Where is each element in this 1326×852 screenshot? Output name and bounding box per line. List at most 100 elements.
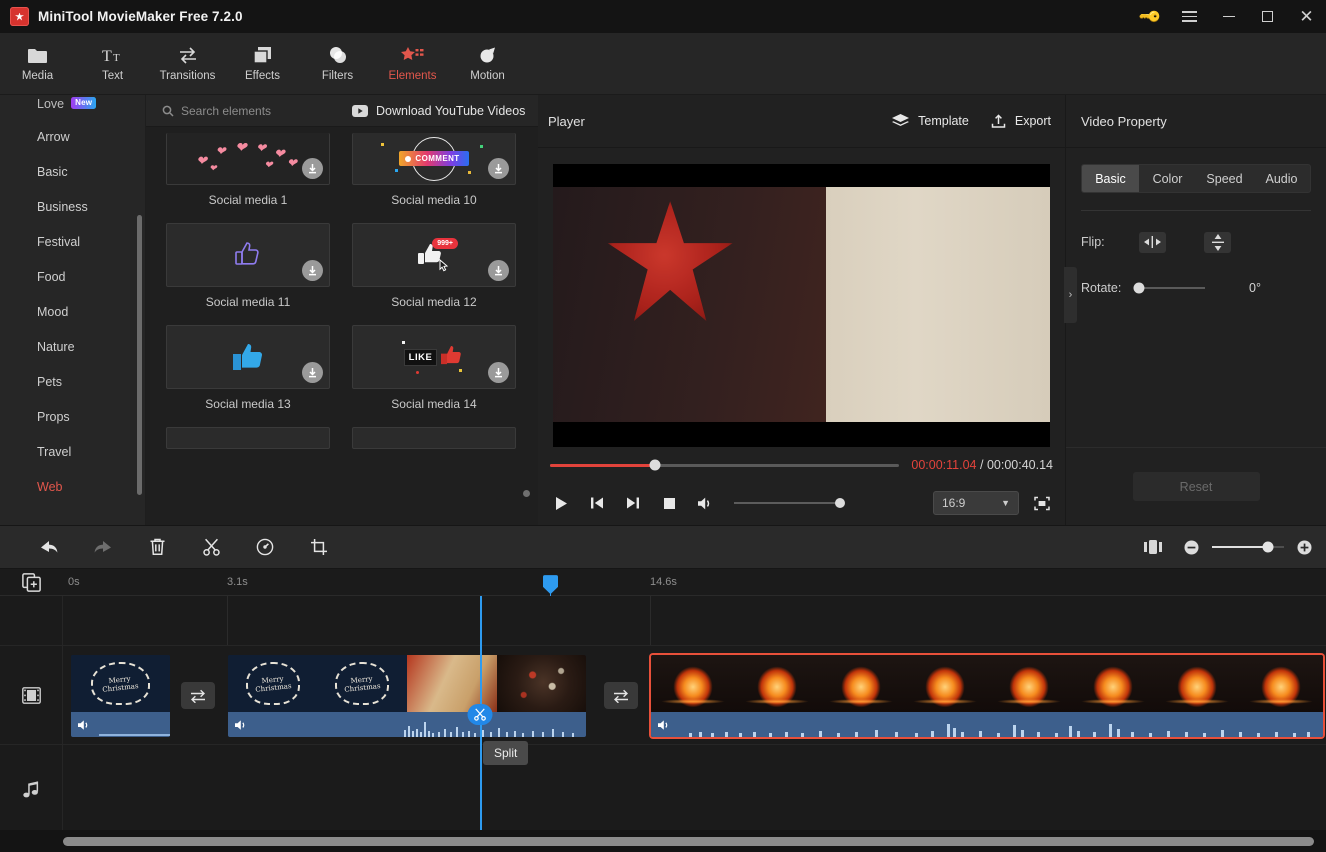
hamburger-menu-icon[interactable] (1170, 0, 1209, 33)
ruler-ticks[interactable]: 0s 3.1s 14.6s (63, 569, 1326, 595)
redo-icon (76, 525, 130, 569)
download-youtube-button[interactable]: Download YouTube Videos (352, 104, 525, 118)
rotate-slider[interactable] (1133, 282, 1205, 294)
split-icon[interactable] (184, 525, 238, 569)
download-icon[interactable] (302, 362, 323, 383)
element-card[interactable] (352, 427, 516, 449)
transition-1[interactable] (181, 682, 215, 710)
tab-audio[interactable]: Audio (1253, 165, 1310, 192)
element-card[interactable]: LIKE Social media 14 (352, 325, 516, 423)
volume-handle[interactable] (835, 498, 845, 508)
previous-frame-icon[interactable] (586, 492, 608, 514)
sidebar-item-festival[interactable]: Festival (0, 224, 145, 259)
zoom-handle[interactable] (1262, 541, 1274, 553)
sidebar-item-mood[interactable]: Mood (0, 294, 145, 329)
element-card[interactable]: 999+ Social media 12 (352, 223, 516, 321)
clip-fireplace[interactable] (651, 655, 1323, 738)
fullscreen-icon[interactable] (1031, 492, 1053, 514)
sidebar-item-business[interactable]: Business (0, 189, 145, 224)
seek-slider[interactable] (550, 459, 900, 471)
element-card[interactable] (166, 427, 330, 449)
sidebar-item-pets[interactable]: Pets (0, 364, 145, 399)
category-label: Props (37, 409, 70, 424)
element-card[interactable]: Social media 13 (166, 325, 330, 423)
download-icon[interactable] (302, 260, 323, 281)
key-icon[interactable]: 🔑 (1131, 0, 1170, 33)
search-placeholder: Search elements (181, 103, 272, 118)
text-track-body[interactable] (63, 596, 1326, 646)
video-track-header (0, 646, 63, 745)
download-icon[interactable] (488, 362, 509, 383)
sidebar-item-travel[interactable]: Travel (0, 434, 145, 469)
volume-icon[interactable] (657, 719, 671, 731)
sidebar-item-love[interactable]: Love New (0, 97, 145, 119)
toolbar-item-effects[interactable]: Effects (225, 33, 300, 95)
panel-collapse-toggle[interactable]: › (1064, 267, 1077, 323)
tab-speed[interactable]: Speed (1196, 165, 1253, 192)
volume-slider[interactable] (734, 498, 845, 508)
aspect-ratio-select[interactable]: 16:9 ▼ (933, 491, 1019, 515)
toolbar-label: Elements (388, 70, 437, 82)
video-preview[interactable] (553, 164, 1050, 447)
sidebar-item-web[interactable]: Web (0, 469, 145, 504)
volume-icon[interactable] (694, 492, 716, 514)
zoom-in-button[interactable] (1297, 540, 1312, 555)
sidebar-item-nature[interactable]: Nature (0, 329, 145, 364)
clip-christmas-1[interactable]: Merry Christmas (71, 655, 170, 738)
tab-basic[interactable]: Basic (1082, 165, 1139, 192)
maximize-icon[interactable] (1248, 0, 1287, 33)
next-frame-icon[interactable] (622, 492, 644, 514)
audio-track-body[interactable] (63, 745, 1326, 830)
rotate-handle[interactable] (1133, 282, 1145, 294)
volume-icon[interactable] (234, 719, 248, 731)
element-card[interactable]: Social media 11 (166, 223, 330, 321)
crop-icon[interactable] (292, 525, 346, 569)
zoom-slider[interactable] (1212, 541, 1284, 553)
clip-frames: Merry Christmas Merry Christmas (228, 655, 586, 713)
split-view-icon[interactable] (1144, 540, 1162, 555)
sidebar-item-arrow[interactable]: Arrow (0, 119, 145, 154)
reset-button[interactable]: Reset (1132, 472, 1260, 502)
element-card[interactable]: COMMENT Social media 10 (352, 133, 516, 219)
search-input[interactable]: Search elements (146, 104, 346, 118)
clip-christmas-2[interactable]: Merry Christmas Merry Christmas (228, 655, 586, 738)
toolbar-item-elements[interactable]: Elements (375, 33, 450, 95)
add-media-icon[interactable] (0, 569, 63, 595)
toolbar-item-filters[interactable]: Filters (300, 33, 375, 95)
category-label: Web (37, 479, 63, 494)
flip-vertical-button[interactable] (1204, 231, 1231, 253)
download-icon[interactable] (488, 158, 509, 179)
tab-color[interactable]: Color (1139, 165, 1196, 192)
undo-icon[interactable] (22, 525, 76, 569)
video-frame (553, 187, 1050, 422)
download-icon[interactable] (302, 158, 323, 179)
delete-icon[interactable] (130, 525, 184, 569)
volume-icon[interactable] (77, 719, 91, 731)
minimize-icon[interactable] (1209, 0, 1248, 33)
sidebar-item-food[interactable]: Food (0, 259, 145, 294)
flip-horizontal-button[interactable] (1139, 231, 1166, 253)
play-icon[interactable] (550, 492, 572, 514)
toolbar-item-transitions[interactable]: Transitions (150, 33, 225, 95)
export-button[interactable]: Export (991, 113, 1051, 129)
toolbar-label: Filters (321, 70, 354, 82)
sidebar-item-basic[interactable]: Basic (0, 154, 145, 189)
transition-2[interactable] (604, 682, 638, 710)
toolbar-item-motion[interactable]: Motion (450, 33, 525, 95)
close-icon[interactable]: ✕ (1287, 0, 1326, 33)
template-button[interactable]: Template (892, 114, 969, 128)
speed-icon[interactable] (238, 525, 292, 569)
category-scrollbar[interactable] (137, 215, 142, 495)
split-clip-button[interactable] (467, 704, 493, 726)
timeline-horizontal-scrollbar[interactable] (63, 836, 1314, 846)
download-icon[interactable] (488, 260, 509, 281)
video-track-body[interactable]: Merry Christmas Merry Christmas Merry Ch… (63, 646, 1326, 744)
elements-grid[interactable]: ❤ ❤ ❤ ❤ ❤ ❤ ❤ ❤ Social media 1 COMMENT S… (146, 127, 538, 525)
stop-icon[interactable] (658, 492, 680, 514)
element-card[interactable]: ❤ ❤ ❤ ❤ ❤ ❤ ❤ ❤ Social media 1 (166, 133, 330, 219)
zoom-out-button[interactable] (1184, 540, 1199, 555)
toolbar-item-media[interactable]: Media (0, 33, 75, 95)
toolbar-item-text[interactable]: TT Text (75, 33, 150, 95)
seek-handle[interactable] (649, 459, 661, 471)
sidebar-item-props[interactable]: Props (0, 399, 145, 434)
